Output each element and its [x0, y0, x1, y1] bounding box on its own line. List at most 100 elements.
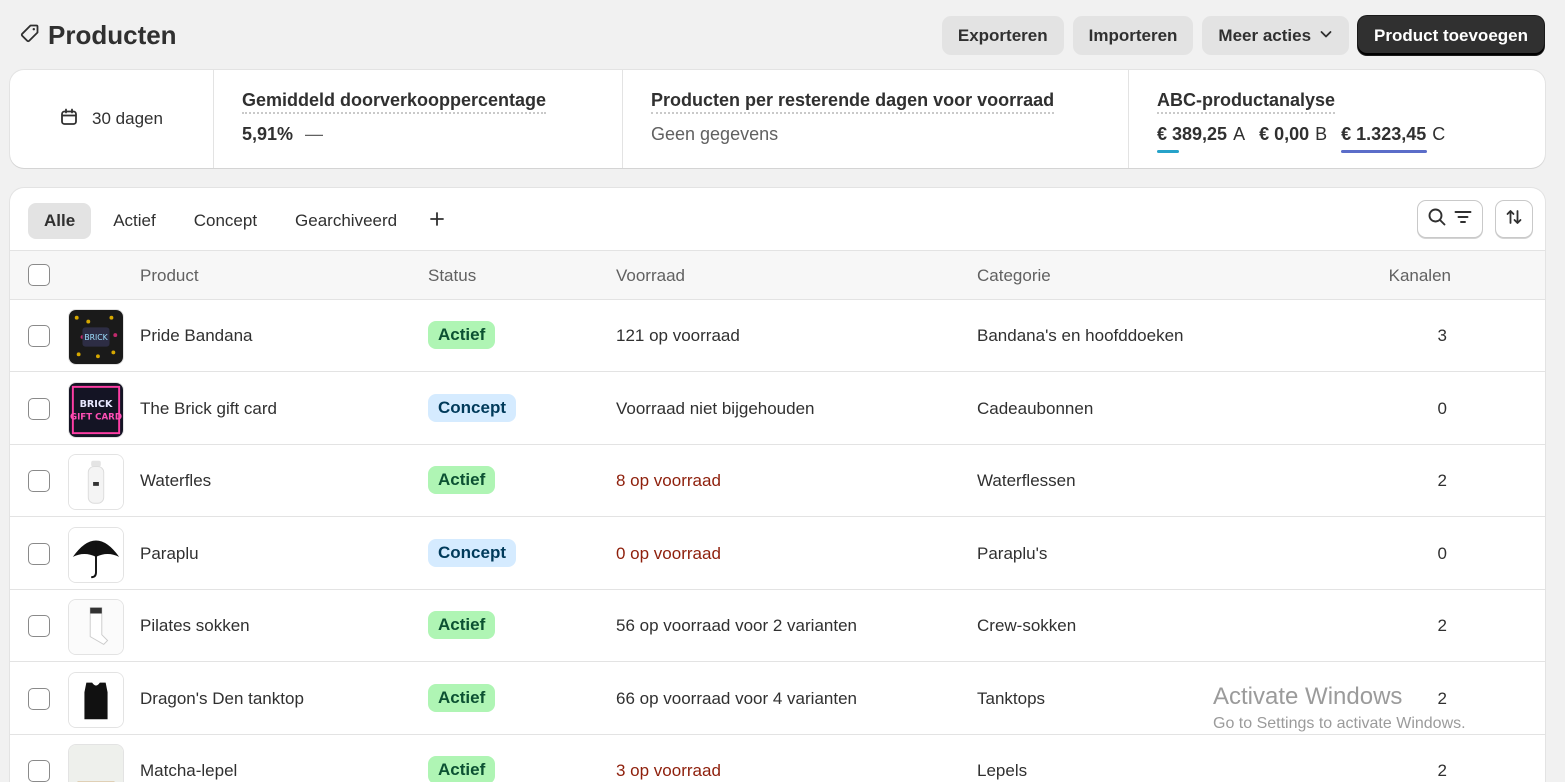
channels-count: 0	[1437, 398, 1447, 418]
sort-icon	[1504, 207, 1524, 232]
table-row[interactable]: Pilates sokken Actief 56 op voorraad voor …	[10, 590, 1545, 662]
channels-count: 0	[1437, 543, 1447, 563]
add-view-button[interactable]	[419, 203, 455, 239]
abc-item-c: € 1.323,45 C	[1341, 124, 1446, 153]
filter-icon	[1453, 207, 1473, 232]
abc-item-a: € 389,25 A	[1157, 124, 1246, 153]
row-checkbox[interactable]	[28, 397, 50, 420]
table-tools	[1417, 200, 1533, 238]
category-value: Bandana's en hoofddoeken	[977, 326, 1184, 345]
product-name[interactable]: The Brick gift card	[140, 399, 277, 419]
abc-grade: C	[1432, 124, 1446, 144]
product-name[interactable]: Matcha-lepel	[140, 761, 237, 781]
table-header: Product Status Voorraad Categorie Kanale…	[10, 250, 1545, 300]
abc-bar	[1341, 150, 1428, 153]
more-actions-label: Meer acties	[1218, 25, 1312, 45]
column-category[interactable]: Categorie	[977, 266, 1051, 286]
category-value: Crew-sokken	[977, 616, 1077, 635]
status-badge: Concept	[428, 538, 516, 567]
stock-value: 121 op voorraad	[616, 326, 740, 345]
column-stock[interactable]: Voorraad	[616, 266, 685, 286]
product-name[interactable]: Dragon's Den tanktop	[140, 689, 304, 709]
days-of-stock-metric[interactable]: Producten per resterende dagen voor voor…	[623, 70, 1129, 168]
abc-values: € 389,25 A € 0,00 B € 1.323,45 C	[1157, 124, 1459, 153]
export-button[interactable]: Exporteren	[941, 16, 1064, 55]
abc-bar	[1157, 150, 1179, 153]
status-badge: Concept	[428, 393, 516, 422]
product-thumbnail: BRICK GIFT CARD	[68, 381, 124, 438]
row-checkbox[interactable]	[28, 687, 50, 710]
date-range-picker[interactable]: 30 dagen	[10, 70, 214, 168]
column-status[interactable]: Status	[428, 266, 476, 286]
more-actions-button[interactable]: Meer acties	[1202, 16, 1350, 55]
category-value: Waterflessen	[977, 471, 1076, 490]
import-button[interactable]: Importeren	[1072, 16, 1194, 55]
tab-actief[interactable]: Actief	[97, 203, 172, 239]
sell-through-metric[interactable]: Gemiddeld doorverkooppercentage 5,91% —	[214, 70, 623, 168]
stock-value: 56 op voorraad voor 2 varianten	[616, 616, 857, 635]
tab-concept[interactable]: Concept	[178, 203, 273, 239]
column-channels[interactable]: Kanalen	[1389, 266, 1451, 286]
product-name[interactable]: Waterfles	[140, 471, 211, 491]
add-product-button[interactable]: Product toevoegen	[1358, 16, 1544, 55]
watermark-title: Activate Windows	[1213, 683, 1403, 710]
product-name[interactable]: Paraplu	[140, 544, 199, 564]
table-row[interactable]: Waterfles Actief 8 op voorraad Waterflessen…	[10, 445, 1545, 517]
select-all-checkbox[interactable]	[28, 264, 50, 286]
stock-value: 0 op voorraad	[616, 543, 721, 563]
product-thumbnail	[68, 744, 124, 782]
calendar-icon	[60, 108, 78, 131]
title-wrap: Producten	[20, 20, 177, 51]
status-badge: Actief	[428, 756, 496, 782]
analytics-bar: 30 dagen Gemiddeld doorverkooppercentage…	[10, 70, 1545, 168]
stock-value: Voorraad niet bijgehouden	[616, 398, 815, 418]
stock-value: 3 op voorraad	[616, 761, 721, 780]
table-row[interactable]: BRICK GIFT CARD The Brick gift card Concept…	[10, 373, 1545, 445]
page-title: Producten	[48, 20, 177, 50]
abc-grade: A	[1233, 124, 1246, 144]
windows-watermark: Activate Windows Go to Settings to activ…	[1213, 683, 1466, 733]
status-badge: Actief	[428, 683, 496, 712]
table-row[interactable]: Matcha-lepel Actief 3 op voorraad Lepels 2	[10, 735, 1545, 782]
stock-value: 8 op voorraad	[616, 471, 721, 490]
plus-icon	[429, 211, 445, 232]
page-header: Producten Exporteren Importeren Meer act…	[0, 0, 1565, 70]
abc-grade: B	[1315, 124, 1328, 144]
abc-analysis-label: ABC-productanalyse	[1157, 90, 1336, 114]
sort-button[interactable]	[1495, 200, 1533, 238]
product-name[interactable]: Pilates sokken	[140, 616, 250, 636]
row-checkbox[interactable]	[28, 470, 50, 492]
tab-alle[interactable]: Alle	[28, 203, 92, 239]
row-checkbox[interactable]	[28, 542, 50, 565]
product-thumbnail	[68, 599, 124, 655]
product-thumbnail: BRICK	[68, 309, 124, 365]
svg-text:BRICK: BRICK	[80, 399, 113, 410]
chevron-down-icon	[1319, 26, 1333, 46]
days-of-stock-label: Producten per resterende dagen voor voor…	[651, 90, 1055, 114]
row-checkbox[interactable]	[28, 760, 50, 782]
category-value: Lepels	[977, 761, 1028, 780]
tab-gearchiveerd[interactable]: Gearchiveerd	[279, 203, 413, 239]
abc-value: € 389,25	[1157, 124, 1228, 144]
abc-analysis-metric[interactable]: ABC-productanalyse € 389,25 A € 0,00 B €…	[1129, 70, 1545, 168]
row-checkbox[interactable]	[28, 615, 50, 637]
sell-through-label: Gemiddeld doorverkooppercentage	[242, 90, 547, 114]
days-of-stock-value: Geen gegevens	[651, 124, 779, 144]
channels-count: 2	[1437, 761, 1447, 780]
category-value: Tanktops	[977, 688, 1046, 708]
column-product[interactable]: Product	[140, 266, 199, 286]
svg-text:GIFT CARD: GIFT CARD	[70, 412, 122, 422]
table-row[interactable]: Paraplu Concept 0 op voorraad Paraplu's 0	[10, 518, 1545, 590]
header-actions: Exporteren Importeren Meer acties Produc…	[941, 16, 1544, 55]
svg-text:BRICK: BRICK	[84, 333, 108, 342]
abc-value: € 1.323,45	[1341, 124, 1427, 144]
category-value: Cadeaubonnen	[977, 398, 1094, 418]
product-name[interactable]: Pride Bandana	[140, 326, 252, 346]
sell-through-trend: —	[305, 124, 324, 144]
table-row[interactable]: BRICK Pride Bandana Actief 121 op voorraad B…	[10, 300, 1545, 372]
row-checkbox[interactable]	[28, 325, 50, 347]
category-value: Paraplu's	[977, 543, 1048, 563]
search-filter-button[interactable]	[1417, 200, 1483, 238]
search-icon	[1427, 207, 1447, 232]
sell-through-value: 5,91%	[242, 124, 294, 144]
